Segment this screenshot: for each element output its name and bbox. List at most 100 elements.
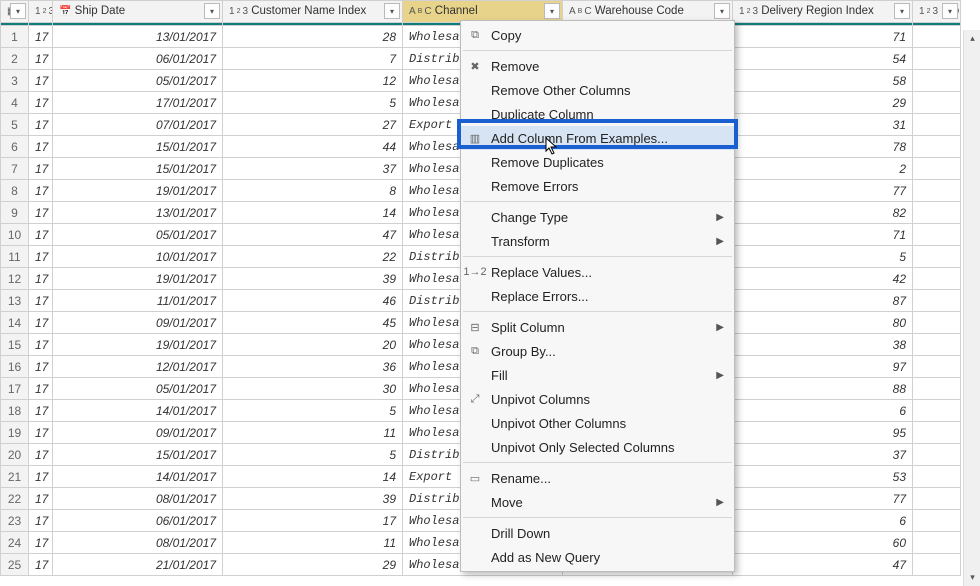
cell-pro[interactable] <box>913 268 961 290</box>
cell-customer-index[interactable]: 30 <box>223 378 403 400</box>
vertical-scrollbar[interactable]: ▴ ▾ <box>963 30 980 586</box>
cell-customer-index[interactable]: 46 <box>223 290 403 312</box>
cell[interactable]: 17 <box>29 334 53 356</box>
dropdown-icon[interactable]: ▾ <box>894 3 910 19</box>
cell-customer-index[interactable]: 47 <box>223 224 403 246</box>
column-header-customer-name-index[interactable]: 123 Customer Name Index▾ <box>223 1 403 23</box>
dropdown-icon[interactable]: ▾ <box>544 3 560 19</box>
cell-ship-date[interactable]: 15/01/2017 <box>53 444 223 466</box>
cell-delivery-index[interactable]: 42 <box>733 268 913 290</box>
cell-ship-date[interactable]: 06/01/2017 <box>53 510 223 532</box>
cell[interactable]: 17 <box>29 268 53 290</box>
cell-ship-date[interactable]: 13/01/2017 <box>53 202 223 224</box>
cell-pro[interactable] <box>913 202 961 224</box>
row-number[interactable]: 18 <box>1 400 29 422</box>
cell[interactable]: 17 <box>29 290 53 312</box>
dropdown-icon[interactable]: ▾ <box>714 3 730 19</box>
cell-pro[interactable] <box>913 114 961 136</box>
cell[interactable]: 17 <box>29 444 53 466</box>
dropdown-icon[interactable]: ▾ <box>10 3 26 19</box>
cell[interactable]: 17 <box>29 114 53 136</box>
menu-item-unpivot-columns[interactable]: ⤢Unpivot Columns <box>461 387 734 411</box>
cell-customer-index[interactable]: 5 <box>223 444 403 466</box>
row-number[interactable]: 3 <box>1 70 29 92</box>
cell-pro[interactable] <box>913 180 961 202</box>
cell-pro[interactable] <box>913 312 961 334</box>
row-number[interactable]: 19 <box>1 422 29 444</box>
row-number[interactable]: 17 <box>1 378 29 400</box>
cell[interactable]: 17 <box>29 246 53 268</box>
cell-pro[interactable] <box>913 444 961 466</box>
cell-pro[interactable] <box>913 422 961 444</box>
cell-ship-date[interactable]: 21/01/2017 <box>53 554 223 576</box>
cell-delivery-index[interactable]: 37 <box>733 444 913 466</box>
row-number[interactable]: 20 <box>1 444 29 466</box>
cell-ship-date[interactable]: 17/01/2017 <box>53 92 223 114</box>
cell[interactable]: 17 <box>29 224 53 246</box>
row-number[interactable]: 25 <box>1 554 29 576</box>
column-header-delivery-region-index[interactable]: 123 Delivery Region Index▾ <box>733 1 913 23</box>
cell-pro[interactable] <box>913 510 961 532</box>
cell-pro[interactable] <box>913 356 961 378</box>
menu-item-move[interactable]: Move▶ <box>461 490 734 514</box>
cell-pro[interactable] <box>913 70 961 92</box>
cell-ship-date[interactable]: 13/01/2017 <box>53 26 223 48</box>
dropdown-icon[interactable]: ▾ <box>384 3 400 19</box>
cell-delivery-index[interactable]: 6 <box>733 510 913 532</box>
menu-item-remove-other-columns[interactable]: Remove Other Columns <box>461 78 734 102</box>
menu-item-group-by[interactable]: ⧉Group By... <box>461 339 734 363</box>
menu-item-replace-errors[interactable]: Replace Errors... <box>461 284 734 308</box>
cell-customer-index[interactable]: 12 <box>223 70 403 92</box>
cell-delivery-index[interactable]: 60 <box>733 532 913 554</box>
menu-item-add-column-from-examples[interactable]: ▥Add Column From Examples... <box>461 126 734 150</box>
cell[interactable]: 17 <box>29 378 53 400</box>
cell[interactable]: 17 <box>29 202 53 224</box>
dropdown-icon[interactable]: ▾ <box>942 3 958 19</box>
cell[interactable]: 17 <box>29 312 53 334</box>
cell-pro[interactable] <box>913 26 961 48</box>
cell-delivery-index[interactable]: 71 <box>733 26 913 48</box>
cell-ship-date[interactable]: 15/01/2017 <box>53 136 223 158</box>
cell-pro[interactable] <box>913 224 961 246</box>
cell[interactable]: 17 <box>29 158 53 180</box>
row-number[interactable]: 21 <box>1 466 29 488</box>
cell-ship-date[interactable]: 19/01/2017 <box>53 268 223 290</box>
cell-ship-date[interactable]: 14/01/2017 <box>53 466 223 488</box>
cell[interactable]: 17 <box>29 466 53 488</box>
row-number[interactable]: 2 <box>1 48 29 70</box>
cell-ship-date[interactable]: 08/01/2017 <box>53 488 223 510</box>
cell-delivery-index[interactable]: 80 <box>733 312 913 334</box>
cell-customer-index[interactable]: 14 <box>223 466 403 488</box>
cell-ship-date[interactable]: 11/01/2017 <box>53 290 223 312</box>
cell-customer-index[interactable]: 36 <box>223 356 403 378</box>
row-number[interactable]: 9 <box>1 202 29 224</box>
cell-pro[interactable] <box>913 136 961 158</box>
cell-ship-date[interactable]: 06/01/2017 <box>53 48 223 70</box>
cell-customer-index[interactable]: 14 <box>223 202 403 224</box>
cell-ship-date[interactable]: 09/01/2017 <box>53 312 223 334</box>
cell-customer-index[interactable]: 27 <box>223 114 403 136</box>
cell[interactable]: 17 <box>29 136 53 158</box>
row-number[interactable]: 23 <box>1 510 29 532</box>
cell-delivery-index[interactable]: 82 <box>733 202 913 224</box>
cell-delivery-index[interactable]: 88 <box>733 378 913 400</box>
cell-delivery-index[interactable]: 29 <box>733 92 913 114</box>
cell-delivery-index[interactable]: 78 <box>733 136 913 158</box>
row-number[interactable]: 13 <box>1 290 29 312</box>
menu-item-unpivot-only-selected-columns[interactable]: Unpivot Only Selected Columns <box>461 435 734 459</box>
menu-item-remove[interactable]: ✖Remove <box>461 54 734 78</box>
cell-ship-date[interactable]: 05/01/2017 <box>53 224 223 246</box>
row-number[interactable]: 6 <box>1 136 29 158</box>
cell-pro[interactable] <box>913 158 961 180</box>
cell[interactable]: 17 <box>29 488 53 510</box>
cell-customer-index[interactable]: 39 <box>223 268 403 290</box>
row-number[interactable]: 1 <box>1 26 29 48</box>
row-number[interactable]: 11 <box>1 246 29 268</box>
cell-customer-index[interactable]: 29 <box>223 554 403 576</box>
cell-pro[interactable] <box>913 400 961 422</box>
cell-customer-index[interactable]: 11 <box>223 422 403 444</box>
menu-item-remove-duplicates[interactable]: Remove Duplicates <box>461 150 734 174</box>
menu-item-duplicate-column[interactable]: Duplicate Column <box>461 102 734 126</box>
cell-ship-date[interactable]: 10/01/2017 <box>53 246 223 268</box>
cell-ship-date[interactable]: 15/01/2017 <box>53 158 223 180</box>
